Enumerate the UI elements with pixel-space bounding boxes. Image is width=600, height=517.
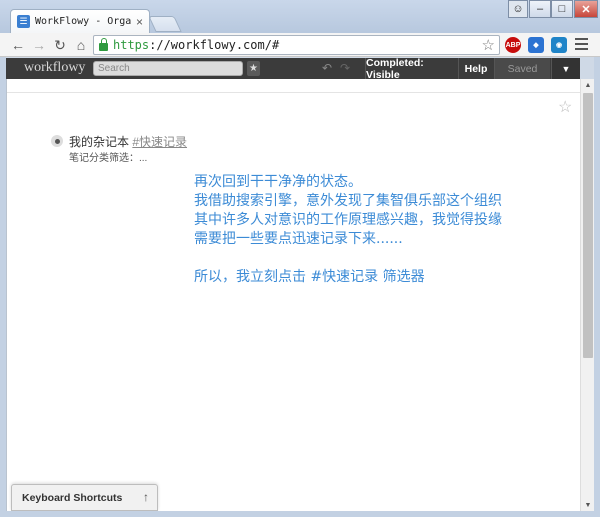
- chrome-menu-icon[interactable]: [575, 38, 588, 53]
- scrollbar-thumb[interactable]: [583, 93, 593, 358]
- annotation-line: 再次回到干干净净的状态。: [194, 174, 362, 190]
- reload-icon[interactable]: ↻: [51, 36, 69, 54]
- browser-toolbar: ← → ↻ ⌂ https ://workflowy.com/# ☆ ABP ◆…: [0, 33, 600, 57]
- scroll-up-arrow-icon[interactable]: ▲: [581, 79, 595, 91]
- secure-lock-icon: [99, 38, 108, 51]
- page-divider: [7, 92, 581, 93]
- extension-blue-icon[interactable]: ◆: [528, 37, 544, 53]
- close-window-button[interactable]: ✕: [574, 0, 598, 18]
- item-bullet-icon[interactable]: [51, 135, 63, 147]
- minimize-button[interactable]: –: [529, 0, 551, 18]
- browser-tab-workflowy[interactable]: ☰ WorkFlowy - Organize yo ×: [10, 9, 150, 33]
- completed-visible-button[interactable]: Completed: Visible: [365, 57, 458, 81]
- user-profile-icon[interactable]: ☺: [508, 0, 528, 18]
- undo-icon[interactable]: ↶: [322, 61, 332, 75]
- address-bar[interactable]: https ://workflowy.com/# ☆: [93, 35, 500, 55]
- bookmark-star-icon[interactable]: ☆: [482, 36, 495, 54]
- workflowy-page: ☆ 我的杂记本 #快速记录 笔记分类筛选：... 再次回到干干净净的状态。 我借…: [6, 79, 581, 511]
- adblock-plus-icon[interactable]: ABP: [505, 37, 521, 53]
- url-path: ://workflowy.com/#: [149, 38, 280, 52]
- list-item-title[interactable]: 我的杂记本 #快速记录: [69, 133, 187, 150]
- window-frame-bottom: [0, 511, 600, 517]
- tab-strip: ☰ WorkFlowy - Organize yo × ☺ – □ ✕: [0, 0, 600, 33]
- starred-pages-star-icon[interactable]: ★: [247, 61, 260, 76]
- url-scheme: https: [113, 38, 150, 52]
- annotation-text: 再次回到干干净净的状态。 我借助搜索引擎，意外发现了集智俱乐部这个组织 其中许多…: [194, 173, 502, 287]
- tab-title: WorkFlowy - Organize yo: [35, 16, 132, 27]
- maximize-button[interactable]: □: [551, 0, 573, 18]
- workflowy-logo[interactable]: workflowy: [24, 60, 85, 76]
- tab-close-icon[interactable]: ×: [136, 16, 143, 28]
- tag-quick-notes-link[interactable]: #快速记录: [132, 135, 187, 149]
- home-icon[interactable]: ⌂: [72, 36, 90, 54]
- forward-arrow-icon[interactable]: →: [30, 36, 48, 54]
- annotation-line: [194, 249, 502, 268]
- new-tab-button[interactable]: [148, 16, 182, 32]
- keyboard-shortcuts-label: Keyboard Shortcuts: [22, 491, 123, 504]
- vertical-scrollbar[interactable]: ▲ ▼: [580, 79, 594, 511]
- evernote-clipper-icon[interactable]: ◉: [551, 37, 567, 53]
- annotation-line: 所以，我立刻点击 #快速记录 筛选器: [194, 269, 425, 285]
- help-button[interactable]: Help: [458, 58, 493, 79]
- search-input[interactable]: Search: [93, 61, 243, 76]
- expand-up-arrow-icon: ↑: [143, 490, 149, 504]
- workflowy-favicon-icon: ☰: [17, 15, 30, 28]
- redo-icon[interactable]: ↷: [340, 61, 350, 75]
- keyboard-shortcuts-button[interactable]: Keyboard Shortcuts ↑: [11, 484, 158, 511]
- annotation-line: 需要把一些要点迅速记录下来......: [194, 231, 403, 247]
- settings-dropdown-chevron-icon[interactable]: ▼: [551, 58, 580, 79]
- annotation-line: 我借助搜索引擎，意外发现了集智俱乐部这个组织: [194, 193, 502, 209]
- scroll-down-arrow-icon[interactable]: ▼: [581, 499, 595, 511]
- star-page-icon[interactable]: ☆: [558, 97, 572, 117]
- saved-status: Saved: [494, 58, 550, 79]
- window-frame-right: [594, 57, 600, 511]
- workflowy-header-bar: workflowy Search ★ ↶ ↷ Completed: Visibl…: [6, 57, 580, 81]
- list-item-note[interactable]: 笔记分类筛选：...: [69, 149, 147, 164]
- annotation-line: 其中许多人对意识的工作原理感兴趣，我觉得投缘: [194, 212, 502, 228]
- back-arrow-icon[interactable]: ←: [9, 36, 27, 54]
- item-title-text: 我的杂记本: [69, 135, 133, 149]
